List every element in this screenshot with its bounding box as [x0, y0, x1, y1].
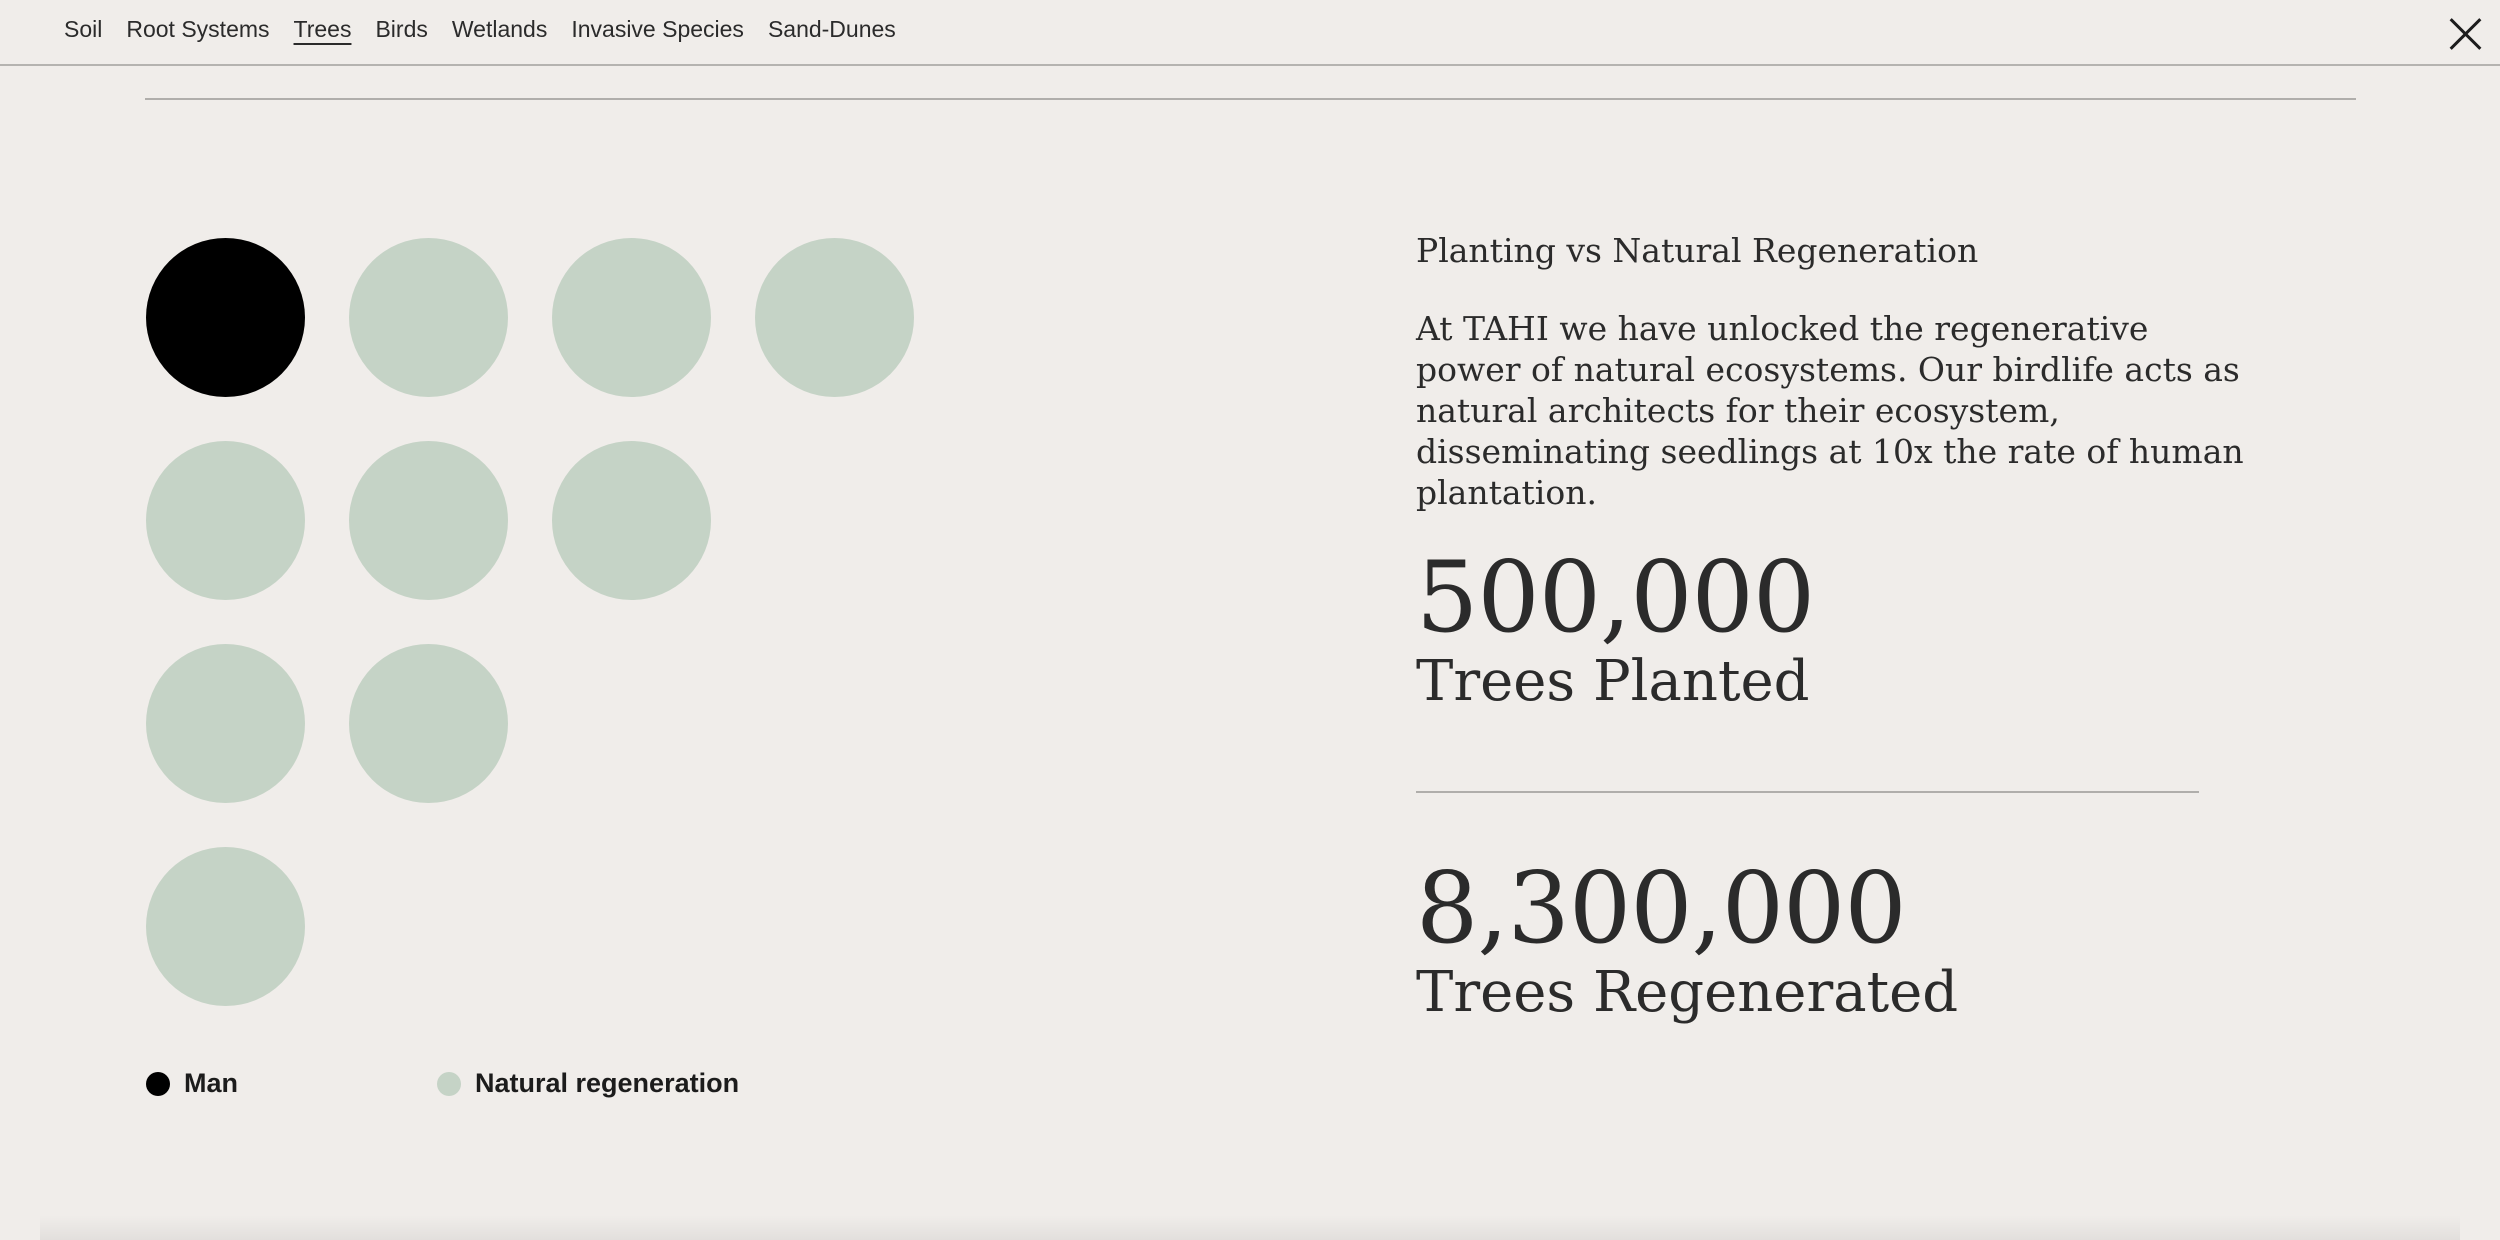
bottom-panel-edge — [40, 1215, 2460, 1240]
close-icon[interactable] — [2450, 18, 2482, 50]
dot-natural — [146, 441, 305, 600]
dot-natural — [552, 441, 711, 600]
nav-tab-root-systems[interactable]: Root Systems — [126, 16, 269, 43]
stat-trees-planted: 500,000 Trees Planted — [1416, 541, 1815, 714]
tree-dot-grid — [146, 238, 946, 1008]
stat-planted-value: 500,000 — [1416, 541, 1815, 655]
stat-trees-regenerated: 8,300,000 Trees Regenerated — [1416, 857, 1958, 1025]
nav-tab-trees[interactable]: Trees — [294, 16, 352, 43]
nav-tab-invasive-species[interactable]: Invasive Species — [571, 16, 744, 43]
dot-natural — [146, 847, 305, 1006]
panel-description: At TAHI we have unlocked the regenerativ… — [1416, 309, 2244, 512]
stat-regenerated-value: 8,300,000 — [1416, 852, 1907, 966]
nav-tab-soil[interactable]: Soil — [64, 16, 102, 43]
legend-label-natural: Natural regeneration — [475, 1068, 740, 1098]
dot-natural — [349, 441, 508, 600]
panel-title: Planting vs Natural Regeneration — [1416, 231, 1979, 270]
dot-natural — [349, 644, 508, 803]
nav-tab-sand-dunes[interactable]: Sand-Dunes — [768, 16, 896, 43]
stat-planted-label: Trees Planted — [1416, 649, 1810, 714]
content-divider — [145, 98, 2356, 100]
stat-regenerated-label: Trees Regenerated — [1416, 960, 1959, 1025]
dot-natural — [349, 238, 508, 397]
dot-natural — [755, 238, 914, 397]
legend-label-man: Man — [184, 1068, 238, 1098]
nav-tabs: Soil Root Systems Trees Birds Wetlands I… — [64, 16, 896, 43]
legend-swatch-natural — [437, 1071, 461, 1096]
legend-item-man: Man — [146, 1068, 238, 1099]
legend-swatch-man — [146, 1071, 170, 1096]
dot-natural — [552, 238, 711, 397]
top-navigation: Soil Root Systems Trees Birds Wetlands I… — [0, 0, 2500, 66]
info-panel: Planting vs Natural Regeneration At TAHI… — [1416, 230, 2256, 1025]
legend-item-natural: Natural regeneration — [437, 1068, 739, 1099]
dot-man — [146, 238, 305, 397]
stat-divider — [1416, 791, 2199, 793]
nav-tab-birds[interactable]: Birds — [375, 16, 427, 43]
dot-natural — [146, 644, 305, 803]
nav-tab-wetlands[interactable]: Wetlands — [452, 16, 547, 43]
